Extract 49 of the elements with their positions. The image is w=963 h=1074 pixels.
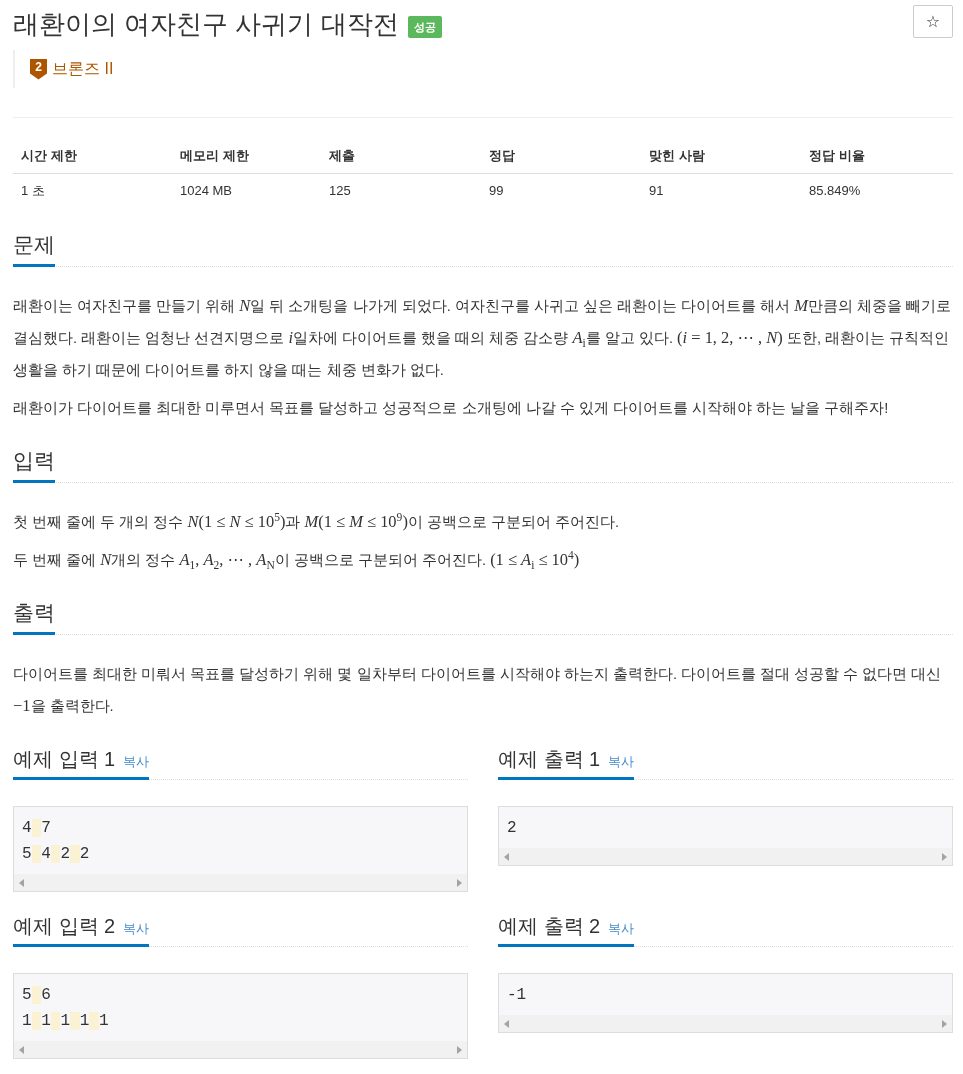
- example-title: 예제 입력 2: [13, 914, 116, 939]
- table-cell-text: 1024 MB: [179, 182, 234, 200]
- sample-text: 2: [507, 818, 517, 839]
- section-title: 출력: [13, 598, 55, 635]
- column-header: 맞힌 사람: [648, 147, 706, 165]
- arrow-left-icon[interactable]: [504, 1019, 509, 1028]
- arrow-left-icon[interactable]: [19, 878, 24, 887]
- problem-title: 래환이의 여자친구 사귀기 대작전: [13, 8, 399, 41]
- arrow-left-icon[interactable]: [19, 1045, 24, 1054]
- paragraph: 래환이는 여자친구를 만들기 위해 N일 뒤 소개팅을 나가게 되었다. 여자친구를 사귀고 싶은 래환이는 다이어트를 해서 M만큼의 체중을 빼기로 결심했다. 래환이는 엄청난 선견지명으로 i일차에 다이어트를 했을 때의 체중 감소량 A$_{i}$를 알고 있다. (i = 1, 2, ⋯ , N) 또한, 래환이는 규칙적인 생활을 하기 때문에 다이어트를 하지 않을 때는 체중 변화가 없다.: [13, 295, 953, 380]
- arrow-left-icon[interactable]: [504, 852, 509, 861]
- example-title: 예제 입력 1: [13, 747, 116, 772]
- horizontal-scrollbar[interactable]: [14, 874, 467, 891]
- star-button[interactable]: ☆: [913, 5, 953, 38]
- table-cell-text: 1 초: [20, 182, 46, 200]
- column-header: 제출: [328, 147, 356, 165]
- section-title: 입력: [13, 446, 55, 483]
- copy-link[interactable]: 복사: [123, 753, 150, 771]
- arrow-right-icon[interactable]: [942, 852, 947, 861]
- paragraph: 첫 번째 줄에 두 개의 정수 N(1 ≤ N ≤ 10$^{5}$)과 M(1 ≤ M ≤ 10$^{9}$)이 공백으로 구분되어 주어진다.: [13, 509, 621, 533]
- table-cell-text: 99: [488, 182, 505, 200]
- table-cell-text: 125: [328, 182, 352, 200]
- arrow-right-icon[interactable]: [457, 878, 462, 887]
- tier-badge: 2: [30, 58, 47, 80]
- example-title: 예제 출력 1: [498, 747, 601, 772]
- copy-link[interactable]: 복사: [608, 753, 635, 771]
- column-header: 정답 비율: [808, 147, 866, 165]
- result-badge: 성공: [407, 16, 442, 38]
- copy-link[interactable]: 복사: [123, 920, 150, 938]
- section-title: 문제: [13, 230, 55, 267]
- column-header: 시간 제한: [20, 147, 78, 165]
- table-cell-text: 91: [648, 182, 665, 200]
- paragraph: 래환이가 다이어트를 최대한 미루면서 목표를 달성하고 성공적으로 소개팅에 나갈 수 있게 다이어트를 시작해야 하는 날을 구해주자!: [13, 399, 890, 418]
- sample-text: 4 7 5 4 2 2: [22, 818, 90, 865]
- paragraph: 다이어트를 최대한 미뤄서 목표를 달성하기 위해 몇 일차부터 다이어트를 시작해야 하는지 출력한다. 다이어트를 절대 성공할 수 없다면 대신 −1을 출력한다.: [13, 665, 943, 717]
- table-cell-text: 85.849%: [808, 182, 862, 200]
- horizontal-scrollbar[interactable]: [14, 1041, 467, 1058]
- example-title: 예제 출력 2: [498, 914, 601, 939]
- column-header: 정답: [488, 147, 516, 165]
- horizontal-scrollbar[interactable]: [499, 1015, 952, 1032]
- arrow-right-icon[interactable]: [942, 1019, 947, 1028]
- horizontal-scrollbar[interactable]: [499, 848, 952, 865]
- column-header: 메모리 제한: [179, 147, 250, 165]
- copy-link[interactable]: 복사: [608, 920, 635, 938]
- sample-text: 5 6 1 1 1 1 1: [22, 985, 109, 1032]
- sample-text: -1: [507, 985, 527, 1006]
- tier-link[interactable]: 브론즈 II: [52, 59, 114, 79]
- paragraph: 두 번째 줄에 N개의 정수 A$_{1}$, A$_{2}$, ⋯ , A$_{N}$이 공백으로 구분되어 주어진다. (1 ≤ A$_{i}$ ≤ 10$^{4}$): [13, 547, 581, 574]
- arrow-right-icon[interactable]: [457, 1045, 462, 1054]
